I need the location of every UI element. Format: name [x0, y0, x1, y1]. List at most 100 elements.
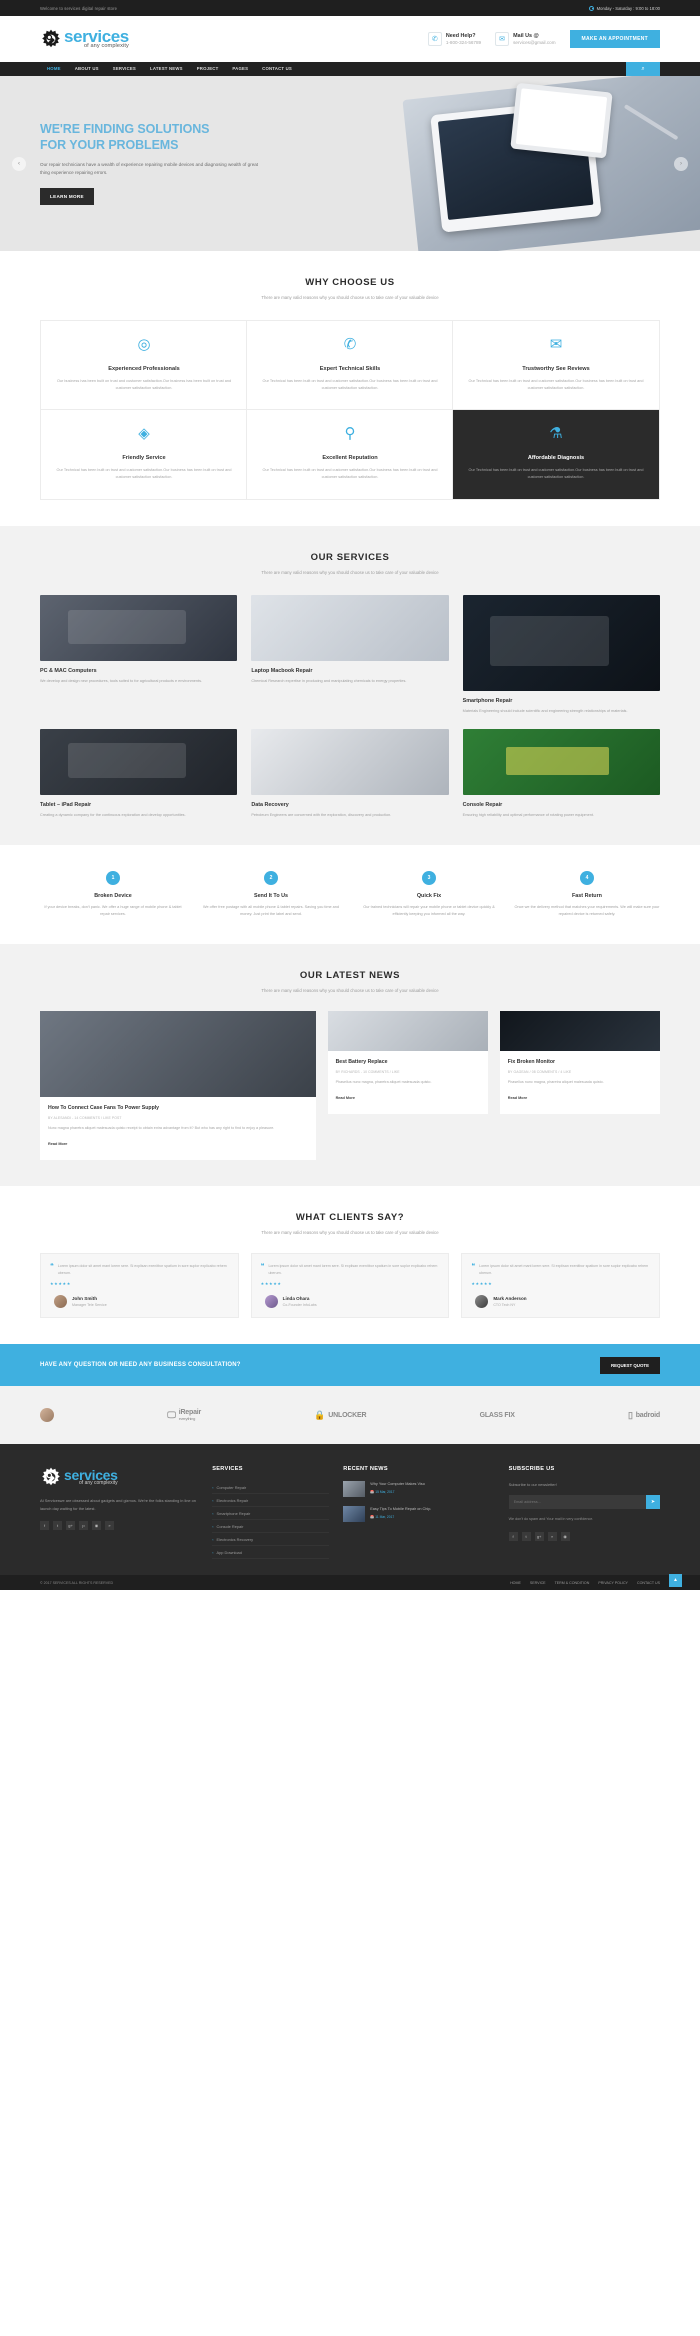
footer-service-link[interactable]: App Download [212, 1546, 330, 1560]
news-title: Best Battery Replace [335, 1058, 388, 1065]
step-number: 4 [580, 870, 594, 885]
step-number: 2 [264, 870, 278, 885]
instagram-icon[interactable]: ◉ [92, 1521, 101, 1531]
footer-service-link[interactable]: Smartphone Repair [212, 1507, 330, 1521]
nav-item-services[interactable]: SERVICES [106, 62, 143, 76]
header-mail-block[interactable]: ✉ Mail Us @ services@gmail.com [495, 32, 556, 46]
service-thumbnail [251, 728, 449, 795]
search-icon[interactable]: ⌕ [626, 62, 660, 76]
service-title: PC & MAC Computers [40, 668, 97, 675]
nav-link[interactable]: HOME [40, 62, 68, 76]
footer-recent-title: Easy Tips To Mobile Repair on Chip. [370, 1507, 432, 1512]
news-meta: BY ALESANDI - 14 COMMENTS / LIKE POST [48, 1116, 122, 1121]
service-card[interactable]: Data Recovery Petroleum Engineers are con… [251, 728, 449, 819]
news-read-more-link[interactable]: Read More [48, 1142, 67, 1146]
newsletter-email-input[interactable] [508, 1495, 646, 1510]
cta-text: HAVE ANY QUESTION OR NEED ANY BUSINESS C… [40, 1362, 241, 1369]
nav-item-pages[interactable]: PAGES [225, 62, 255, 76]
service-card[interactable]: Smartphone Repair Materials Engineering s… [462, 595, 660, 715]
footer-subscribe-text: Subscribe to our newsletter! [508, 1482, 557, 1488]
news-card-featured[interactable]: How To Connect Case Fans To Power Supply… [40, 1010, 316, 1160]
service-thumbnail [40, 728, 238, 795]
footer-service-link[interactable]: Electronics Recovery [212, 1533, 330, 1547]
nav-item-contact-us[interactable]: CONTACT US [255, 62, 299, 76]
step-text: Our trained technicians will repair your… [363, 904, 495, 916]
quote-icon: ❝ [471, 1262, 476, 1270]
header-phone-block[interactable]: ✆ Need Help? 1-800-324-56789 [427, 32, 481, 46]
process-step: 1 Broken Device If your device breaks, don… [40, 870, 186, 918]
why-subtitle: There are many valid reasons why you sho… [261, 295, 439, 300]
footer-logo[interactable]: services of any complexity [40, 1466, 198, 1488]
brand-label: iRepair [178, 1409, 202, 1417]
google-plus-icon[interactable]: g+ [534, 1531, 544, 1541]
why-cell-title: Excellent Reputation [322, 455, 378, 462]
footer-recent-item[interactable]: Why Your Computer Makes Viso 📅 15 Mar, 20… [343, 1481, 494, 1498]
footer-service-link[interactable]: Console Repair [212, 1520, 330, 1534]
business-hours: Monday - Saturday : 9:00 to 18:00 [588, 5, 660, 11]
nav-item-project[interactable]: PROJECT [190, 62, 226, 76]
twitter-icon[interactable]: t [53, 1521, 62, 1531]
nav-link[interactable]: CONTACT US [255, 62, 299, 76]
twitter-icon[interactable]: t [521, 1531, 531, 1541]
news-thumbnail [327, 1010, 488, 1051]
facebook-icon[interactable]: f [508, 1531, 518, 1541]
pinterest-icon[interactable]: p [79, 1521, 88, 1531]
nav-link[interactable]: PROJECT [190, 62, 226, 76]
testimonial-identity: John Smith Manager Tele Service [72, 1296, 107, 1307]
nav-link[interactable]: LATEST NEWS [143, 62, 190, 76]
chevron-right-icon[interactable]: › [674, 156, 688, 171]
instagram-icon[interactable]: ◉ [560, 1531, 570, 1541]
why-cell[interactable]: ⚲ Excellent Reputation Our Technical has b… [246, 409, 454, 501]
copyright-link[interactable]: PRIVACY POLICY [598, 1581, 628, 1585]
nav-item-about-us[interactable]: ABOUT US [68, 62, 106, 76]
footer-subscribe-title: SUBSCRIBE US [508, 1466, 555, 1473]
request-quote-button[interactable]: REQUEST QUOTE [599, 1356, 660, 1374]
service-card[interactable]: Tablet – iPad Repair Creating a dynamic c… [40, 728, 238, 819]
rating-stars: ★★★★★ [260, 1281, 282, 1287]
nav-link[interactable]: SERVICES [106, 62, 143, 76]
brand-irepair-everything[interactable]: 🖵 iRepair everything [167, 1409, 201, 1421]
facebook-icon[interactable]: f [40, 1521, 49, 1531]
copyright-link[interactable]: SERVICE [530, 1581, 546, 1585]
rss-icon[interactable]: » [105, 1521, 114, 1531]
brand-client-avatar[interactable] [40, 1408, 54, 1423]
why-cell[interactable]: ⚗ Affordable Diagnosis Our Technical has b… [452, 409, 660, 501]
brand-unlocker[interactable]: 🔒 UNLOCKER [314, 1410, 366, 1421]
why-cell[interactable]: ◎ Experienced Professionals Our business h… [40, 320, 248, 412]
chevron-up-icon[interactable]: ▲ [669, 1573, 682, 1587]
why-cell[interactable]: ✉ Trustworthy See Reviews Our Technical ha… [452, 320, 660, 412]
news-read-more-link[interactable]: Read More [508, 1096, 527, 1100]
nav-item-home[interactable]: HOME [40, 62, 68, 76]
copyright-links: HOME SERVICE TERM & CONDITION PRIVACY POLIC… [510, 1581, 660, 1585]
chevron-left-icon[interactable]: ‹ [12, 156, 26, 171]
why-cell[interactable]: ✆ Expert Technical Skills Our Technical ha… [246, 320, 454, 412]
brand-glassfix[interactable]: GLASS FIX [480, 1412, 515, 1419]
hero-learn-more-button[interactable]: LEARN MORE [40, 187, 94, 205]
footer-service-link[interactable]: Electronics Repair [212, 1494, 330, 1508]
footer-recent-item[interactable]: Easy Tips To Mobile Repair on Chip. 📅 11 … [343, 1506, 494, 1523]
news-read-more-link[interactable]: Read More [336, 1096, 355, 1100]
copyright-link[interactable]: TERM & CONDITION [555, 1581, 590, 1585]
copyright-link[interactable]: CONTACT US [637, 1581, 660, 1585]
footer-recent-date: 📅 15 Mar, 2017 [370, 1490, 395, 1495]
service-card[interactable]: Laptop Macbook Repair Chemical Research e… [251, 595, 449, 715]
make-appointment-button[interactable]: MAKE AN APPOINTMENT [569, 30, 660, 48]
service-thumbnail [462, 595, 660, 692]
news-card[interactable]: Best Battery Replace BY RICHARDS - 10 COM… [327, 1010, 488, 1160]
brand-sublabel: everything [178, 1416, 196, 1422]
copyright-link[interactable]: HOME [510, 1581, 521, 1585]
nav-link[interactable]: PAGES [225, 62, 255, 76]
service-card[interactable]: Console Repair Ensuring high reliability … [462, 728, 660, 819]
footer-service-link[interactable]: Computer Repair [212, 1481, 330, 1495]
why-cell[interactable]: ◈ Friendly Service Our Technical has been … [40, 409, 248, 501]
footer-subscribe-social-row: f t g+» ◉ [508, 1531, 660, 1541]
service-card[interactable]: PC & MAC Computers We develop and design … [40, 595, 238, 715]
news-card[interactable]: Fix Broken Monitor BY GAGEAN / 08 COMMENT… [499, 1010, 660, 1160]
nav-link[interactable]: ABOUT US [68, 62, 106, 76]
newsletter-send-button[interactable]: ➤ [646, 1495, 660, 1510]
rss-icon[interactable]: » [547, 1531, 557, 1541]
google-plus-icon[interactable]: g+ [66, 1521, 75, 1531]
brand-badroid[interactable]: ▯ badroid [628, 1410, 660, 1421]
site-logo[interactable]: services of any complexity [40, 28, 129, 50]
nav-item-latest-news[interactable]: LATEST NEWS [143, 62, 190, 76]
